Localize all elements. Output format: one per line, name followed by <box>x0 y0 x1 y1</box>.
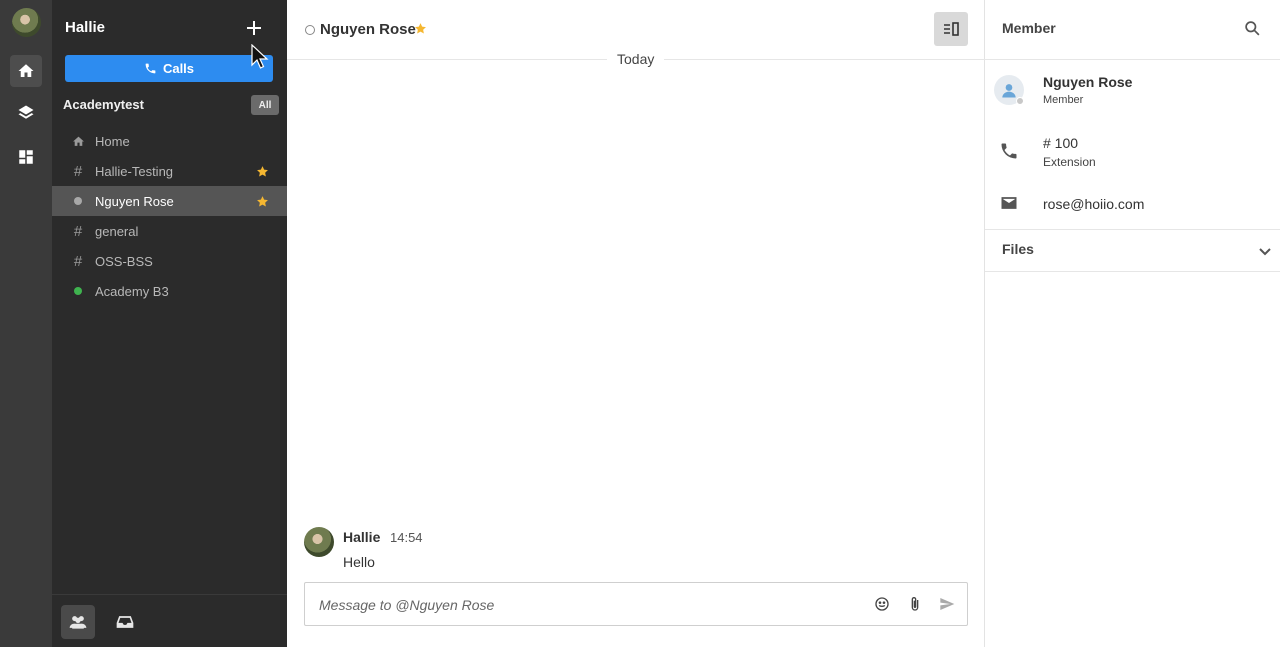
status-dot-icon <box>71 194 85 208</box>
files-section-toggle[interactable]: Files <box>985 229 1280 272</box>
star-icon[interactable] <box>256 195 269 208</box>
inbox-icon <box>116 616 134 628</box>
sidebar-footer <box>52 594 287 647</box>
people-icon <box>69 616 87 629</box>
toggle-panel-button[interactable] <box>934 12 968 46</box>
extension-value: # 100 <box>1043 135 1079 151</box>
channel-item-nguyen-rose[interactable]: Nguyen Rose <box>52 186 287 216</box>
channel-item-academy-b3[interactable]: Academy B3 <box>52 276 287 306</box>
member-status-dot <box>1016 97 1024 105</box>
channel-sidebar: Hallie Calls Academytest All Home # Hall… <box>52 0 287 647</box>
dashboard-icon <box>19 150 33 164</box>
home-icon <box>71 134 85 148</box>
channel-label: general <box>95 223 139 239</box>
files-label: Files <box>1002 241 1034 257</box>
app-rail <box>0 0 52 647</box>
home-nav-button[interactable] <box>10 55 42 87</box>
calls-button[interactable]: Calls <box>65 55 273 82</box>
channel-item-general[interactable]: # general <box>52 216 287 246</box>
phone-icon <box>145 63 156 74</box>
team-name: Academytest <box>63 97 144 112</box>
search-icon[interactable] <box>1244 20 1264 40</box>
date-separator: Today <box>607 51 665 67</box>
star-icon[interactable] <box>256 165 269 178</box>
layers-nav-button[interactable] <box>10 97 42 129</box>
message-composer <box>304 582 968 626</box>
channel-label: Nguyen Rose <box>95 193 174 209</box>
inbox-button[interactable] <box>108 605 142 639</box>
online-dot-icon <box>71 284 85 298</box>
member-email[interactable]: rose@hoiio.com <box>1043 196 1144 212</box>
filter-all-button[interactable]: All <box>251 95 279 115</box>
member-panel-header: Member <box>985 0 1280 60</box>
star-icon[interactable] <box>414 22 427 35</box>
channel-label: Academy B3 <box>95 283 169 299</box>
channel-label: OSS-BSS <box>95 253 153 269</box>
person-icon <box>1002 84 1016 98</box>
channel-item-oss-bss[interactable]: # OSS-BSS <box>52 246 287 276</box>
add-button[interactable] <box>244 18 264 38</box>
extension-label: Extension <box>1043 155 1096 169</box>
member-role: Member <box>1043 94 1084 106</box>
channel-item-hallie-testing[interactable]: # Hallie-Testing <box>52 156 287 186</box>
send-icon[interactable] <box>937 594 957 614</box>
message-time: 14:54 <box>390 530 423 545</box>
home-icon <box>18 64 34 77</box>
status-ring-icon <box>305 25 315 35</box>
side-panel-icon <box>944 22 959 36</box>
hash-icon: # <box>73 162 83 180</box>
mail-icon <box>999 193 1019 213</box>
hash-icon: # <box>73 222 83 240</box>
dashboard-nav-button[interactable] <box>10 141 42 173</box>
channel-label: Hallie-Testing <box>95 163 174 179</box>
emoji-icon[interactable] <box>872 594 892 614</box>
message-avatar[interactable] <box>304 527 334 557</box>
message-author[interactable]: Hallie <box>343 529 380 545</box>
plus-icon <box>247 21 261 35</box>
contacts-button[interactable] <box>61 605 95 639</box>
chevron-down-icon <box>1258 244 1272 258</box>
channel-label: Home <box>95 133 130 149</box>
conversation-pane: Nguyen Rose Today Hallie 14:54 Hello <box>287 0 985 647</box>
conversation-title: Nguyen Rose <box>320 21 416 38</box>
user-avatar[interactable] <box>12 8 41 37</box>
layers-icon <box>18 105 34 119</box>
workspace-user-name: Hallie <box>65 19 106 36</box>
member-name: Nguyen Rose <box>1043 74 1133 90</box>
channel-item-home[interactable]: Home <box>52 126 287 156</box>
member-panel: Member Nguyen Rose Member # 100 Extensio… <box>985 0 1280 647</box>
hash-icon: # <box>73 252 83 270</box>
message-input[interactable] <box>319 594 859 616</box>
calls-label: Calls <box>162 61 195 76</box>
member-panel-title: Member <box>1002 20 1056 36</box>
phone-icon <box>999 141 1019 161</box>
channel-list: Home # Hallie-Testing Nguyen Rose # gene… <box>52 126 287 306</box>
message-text: Hello <box>343 554 375 570</box>
attachment-icon[interactable] <box>905 594 925 614</box>
